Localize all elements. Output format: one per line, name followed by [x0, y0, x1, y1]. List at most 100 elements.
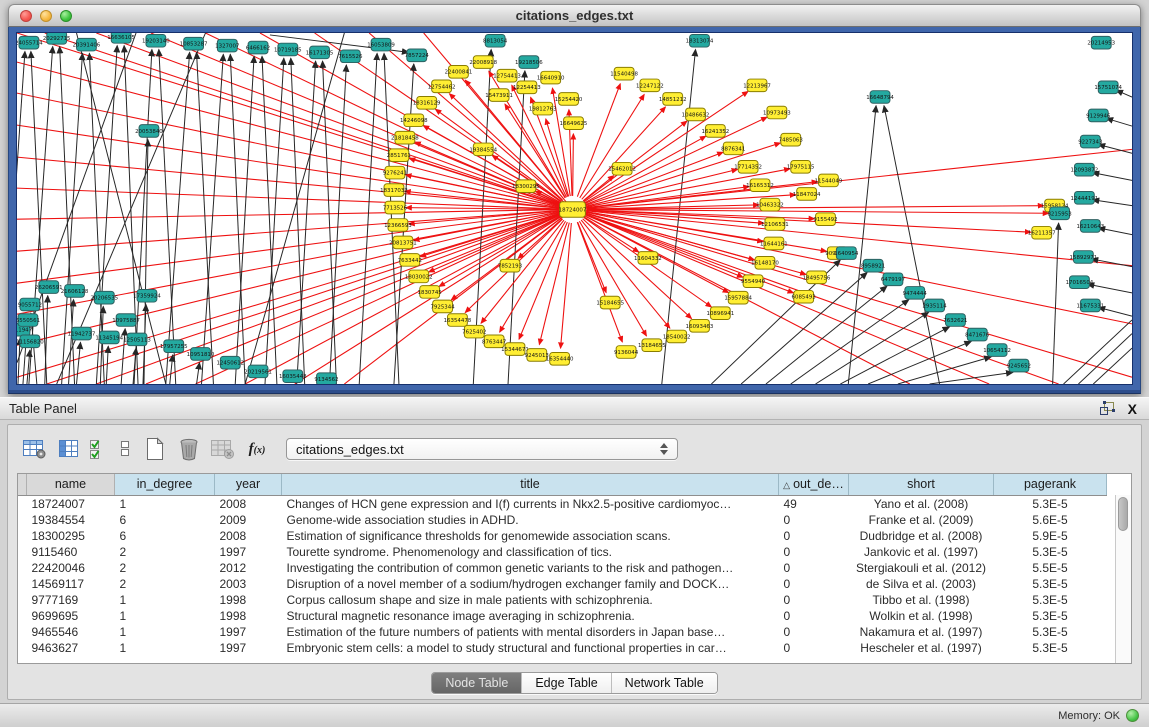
- graph-node[interactable]: 10719185: [274, 43, 302, 56]
- graph-node[interactable]: 7625402: [462, 325, 486, 338]
- graph-node[interactable]: 21818458: [391, 131, 419, 144]
- graph-node[interactable]: 19384554: [469, 143, 497, 156]
- graph-node[interactable]: 8763447: [482, 335, 506, 348]
- cell-out-de-[interactable]: 0: [779, 576, 849, 592]
- graph-node[interactable]: 15462012: [608, 162, 636, 175]
- graph-node[interactable]: 10973493: [763, 106, 791, 119]
- cell-year[interactable]: 2008: [215, 495, 282, 512]
- cell-short[interactable]: Yano et al. (2008): [849, 495, 994, 512]
- cell-title[interactable]: Estimation of the future numbers of pati…: [282, 624, 779, 640]
- graph-node[interactable]: 9276241: [383, 166, 407, 179]
- graph-node[interactable]: 16636105: [107, 33, 135, 43]
- cell-pagerank[interactable]: 5.3E-5: [994, 640, 1107, 656]
- graph-node[interactable]: 18316129: [413, 97, 441, 110]
- graph-node[interactable]: 20292715: [43, 33, 71, 44]
- cell-in-degree[interactable]: 6: [115, 528, 215, 544]
- cell-out-de-[interactable]: 0: [779, 592, 849, 608]
- graph-node[interactable]: 16035448: [279, 370, 307, 383]
- cell-in-degree[interactable]: 1: [115, 592, 215, 608]
- graph-node[interactable]: 21606128: [61, 285, 89, 298]
- graph-node[interactable]: 9134562: [314, 373, 338, 384]
- cell-short[interactable]: Tibbo et al. (1998): [849, 592, 994, 608]
- graph-node[interactable]: 20053840: [135, 125, 163, 138]
- table-row[interactable]: 2242004622012Investigating the contribut…: [18, 560, 1107, 576]
- cell-out-de-[interactable]: 0: [779, 544, 849, 560]
- cell-in-degree[interactable]: 2: [115, 544, 215, 560]
- cell-short[interactable]: Franke et al. (2009): [849, 512, 994, 528]
- cell-out-de-[interactable]: 0: [779, 560, 849, 576]
- cell-short[interactable]: Wolkin et al. (1998): [849, 608, 994, 624]
- column-header-year[interactable]: year: [215, 474, 282, 495]
- graph-node[interactable]: 8813054: [483, 34, 508, 47]
- cell-year[interactable]: 2003: [215, 576, 282, 592]
- cell-year[interactable]: 2012: [215, 560, 282, 576]
- graph-node[interactable]: 1830745: [418, 286, 442, 299]
- cell-title[interactable]: Structural magnetic resonance image aver…: [282, 608, 779, 624]
- cell-name[interactable]: 9115460: [27, 544, 115, 560]
- graph-node[interactable]: 16640910: [537, 71, 565, 84]
- graph-node[interactable]: 18317032: [380, 184, 408, 197]
- tab-network-table[interactable]: Network Table: [611, 673, 717, 693]
- graph-node[interactable]: 14851212: [659, 93, 687, 106]
- cell-pagerank[interactable]: 5.3E-5: [994, 576, 1107, 592]
- graph-node[interactable]: 7632621: [943, 314, 967, 327]
- graph-node[interactable]: 18540022: [663, 330, 691, 343]
- graph-node[interactable]: 20214953: [1087, 36, 1115, 49]
- graph-node[interactable]: 7615526: [338, 50, 363, 63]
- cell-title[interactable]: Investigating the contribution of common…: [282, 560, 779, 576]
- cell-in-degree[interactable]: 6: [115, 512, 215, 528]
- table-row[interactable]: 1872400712008Changes of HCN gene express…: [18, 495, 1107, 512]
- create-new-table-icon[interactable]: [138, 435, 172, 463]
- cell-year[interactable]: 2008: [215, 528, 282, 544]
- table-row[interactable]: 1830029562008Estimation of significance …: [18, 528, 1107, 544]
- graph-node[interactable]: 7925344: [430, 300, 455, 313]
- graph-node[interactable]: 16171305: [306, 46, 334, 59]
- graph-node[interactable]: 7485063: [779, 133, 803, 146]
- cell-name[interactable]: 22420046: [27, 560, 115, 576]
- cell-in-degree[interactable]: 2: [115, 576, 215, 592]
- cell-pagerank[interactable]: 5.3E-5: [994, 608, 1107, 624]
- cell-out-de-[interactable]: 0: [779, 608, 849, 624]
- graph-node[interactable]: 12093872: [1071, 163, 1099, 176]
- graph-node[interactable]: 1327007: [215, 39, 239, 52]
- graph-node[interactable]: 8876341: [721, 142, 745, 155]
- graph-node[interactable]: 12247122: [636, 79, 664, 92]
- cell-year[interactable]: 1998: [215, 592, 282, 608]
- graph-node[interactable]: 2935114: [922, 299, 947, 312]
- graph-node[interactable]: 16148170: [751, 256, 779, 269]
- graph-node[interactable]: 6479197: [881, 273, 905, 286]
- graph-node[interactable]: 9245652: [1007, 359, 1031, 372]
- delete-entries-icon[interactable]: [172, 435, 206, 463]
- cell-name[interactable]: 19384554: [27, 512, 115, 528]
- graph-node[interactable]: 20391406: [73, 38, 101, 51]
- graph-node[interactable]: 9155492: [813, 213, 837, 226]
- table-row[interactable]: 1938455462009Genome-wide association stu…: [18, 512, 1107, 528]
- graph-node[interactable]: 7857224: [405, 49, 430, 62]
- cell-name[interactable]: 14569117: [27, 576, 115, 592]
- cell-out-de-[interactable]: 0: [779, 512, 849, 528]
- graph-node[interactable]: 6085493: [792, 290, 816, 303]
- graph-node[interactable]: 20219561: [244, 365, 272, 378]
- graph-node[interactable]: 16165312: [746, 179, 774, 192]
- table-selector-dropdown[interactable]: citations_edges.txt: [286, 438, 678, 460]
- graph-node[interactable]: 15957884: [724, 291, 752, 304]
- graph-node[interactable]: 19812763: [529, 102, 557, 115]
- column-header-pagerank[interactable]: pagerank: [994, 474, 1107, 495]
- graph-node[interactable]: 13184655: [638, 339, 666, 352]
- graph-node[interactable]: 8471676: [965, 328, 990, 341]
- cell-pagerank[interactable]: 5.5E-5: [994, 560, 1107, 576]
- table-row[interactable]: 946554611997Estimation of the future num…: [18, 624, 1107, 640]
- select-all-rows-icon[interactable]: [86, 435, 112, 463]
- column-header-short[interactable]: short: [849, 474, 994, 495]
- cell-name[interactable]: 9465546: [27, 624, 115, 640]
- function-builder-icon[interactable]: f(x): [240, 435, 274, 463]
- table-panel-titlebar[interactable]: Table Panel X: [0, 397, 1149, 420]
- graph-node[interactable]: 10486632: [682, 108, 710, 121]
- cell-in-degree[interactable]: 1: [115, 495, 215, 512]
- cell-in-degree[interactable]: 1: [115, 640, 215, 656]
- graph-node[interactable]: 9129946: [1086, 109, 1111, 122]
- cell-out-de-[interactable]: 0: [779, 624, 849, 640]
- cell-year[interactable]: 1997: [215, 640, 282, 656]
- column-header-out-de-[interactable]: △out_de…: [779, 474, 849, 495]
- graph-node[interactable]: 17016504: [1066, 276, 1094, 289]
